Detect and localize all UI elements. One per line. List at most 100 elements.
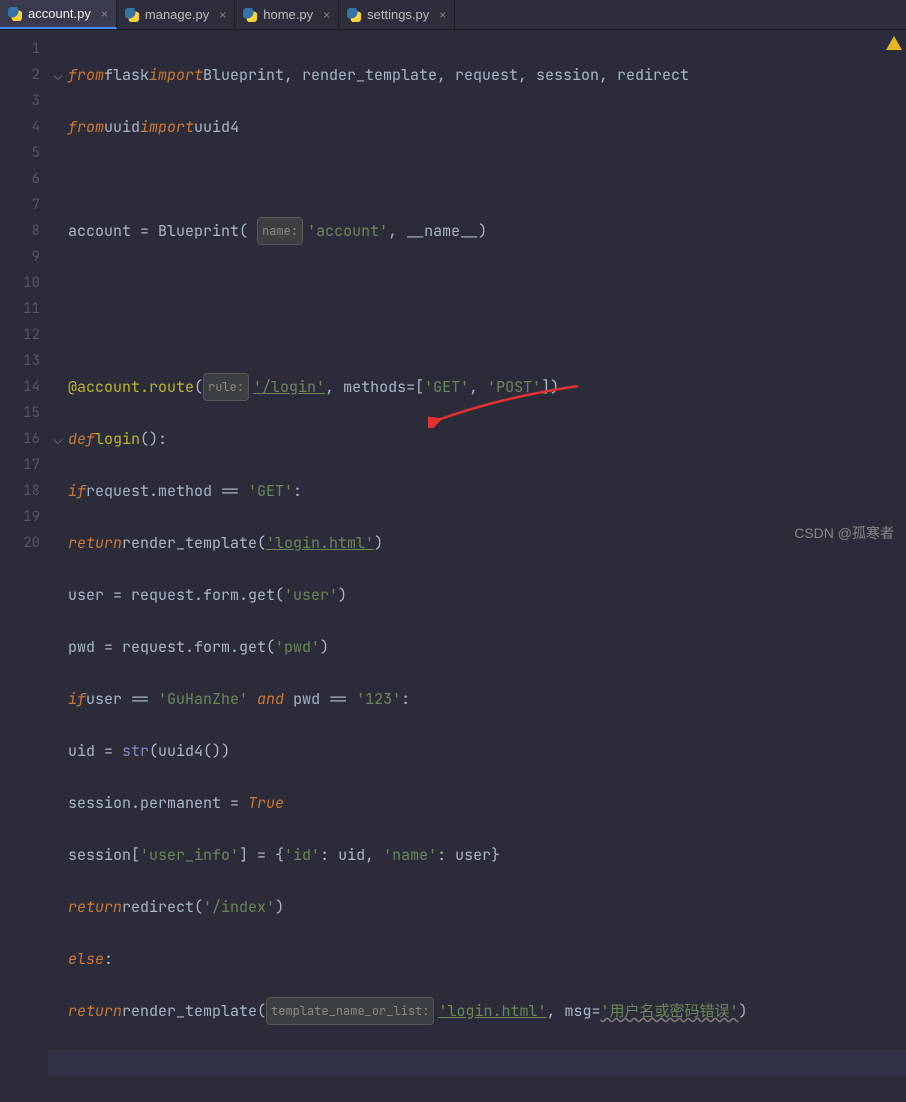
post-str: 'POST' — [487, 374, 541, 400]
kw-from: from — [68, 62, 104, 88]
close: ) — [275, 894, 284, 920]
close: ) — [739, 998, 748, 1024]
var: account — [68, 218, 131, 244]
end: ]) — [541, 374, 559, 400]
fn: render_template — [122, 530, 257, 556]
open: ( — [194, 894, 203, 920]
line-number: 8 — [0, 218, 40, 244]
close-icon[interactable]: × — [101, 7, 108, 21]
line-number-gutter: 1234567891011121314151617181920 — [0, 30, 48, 551]
kw-if: if — [68, 478, 86, 504]
close: ) — [320, 634, 329, 660]
colon: : — [293, 478, 302, 504]
open: ( — [257, 998, 266, 1024]
line-number: 15 — [0, 400, 40, 426]
import-name: uuid4 — [194, 114, 239, 140]
line-number: 18 — [0, 478, 40, 504]
paren: ( — [194, 374, 203, 400]
python-icon — [243, 8, 257, 22]
route-str: '/login' — [253, 374, 325, 400]
tab-label: settings.py — [367, 7, 429, 22]
kw-from: from — [68, 114, 104, 140]
k: 'user_info' — [140, 842, 239, 868]
watermark-text: CSDN @孤寒者 — [794, 523, 894, 543]
close-icon[interactable]: × — [439, 8, 446, 22]
b: pwd == — [293, 686, 356, 712]
param-hint: rule: — [203, 373, 249, 401]
k2: 'id' — [284, 842, 320, 868]
tmpl-str: 'login.html' — [266, 530, 374, 556]
tab-home-py[interactable]: home.py × — [235, 0, 339, 29]
line-number: 4 — [0, 114, 40, 140]
decorator: @account.route — [68, 374, 194, 400]
s1: 'GuHanZhe' — [158, 686, 248, 712]
line-number: 1 — [0, 36, 40, 62]
close: ) — [221, 738, 230, 764]
close-icon[interactable]: × — [323, 8, 330, 22]
close: ) — [374, 530, 383, 556]
op-eq: = — [131, 218, 158, 244]
inner: uuid4() — [158, 738, 221, 764]
line-number: 14 — [0, 374, 40, 400]
editor-pane: 1234567891011121314151617181920 ⌄from fl… — [0, 30, 906, 551]
line-number: 5 — [0, 140, 40, 166]
msg-str: '用户名或密码错误' — [600, 998, 738, 1024]
str: 'pwd' — [275, 634, 320, 660]
param-hint: template_name_or_list: — [266, 997, 434, 1025]
tab-bar: account.py × manage.py × home.py × setti… — [0, 0, 906, 30]
builtin: str — [122, 738, 149, 764]
fn-name: login — [95, 426, 140, 452]
line-number: 17 — [0, 452, 40, 478]
line-number: 13 — [0, 348, 40, 374]
tab-label: home.py — [263, 7, 313, 22]
comma: , — [469, 374, 487, 400]
module: flask — [104, 62, 149, 88]
line-number: 10 — [0, 270, 40, 296]
str: 'GET' — [248, 478, 293, 504]
kw-return: return — [68, 894, 122, 920]
python-icon — [125, 8, 139, 22]
tab-label: account.py — [28, 6, 91, 21]
kw-import: import — [140, 114, 194, 140]
mid: , msg= — [546, 998, 600, 1024]
c: : uid, — [320, 842, 383, 868]
kw-if: if — [68, 686, 86, 712]
tab-manage-py[interactable]: manage.py × — [117, 0, 235, 29]
line-number: 6 — [0, 166, 40, 192]
s2: '123' — [356, 686, 401, 712]
code-area-wrap: ⌄from flask import Blueprint, render_tem… — [48, 30, 906, 551]
close: ) — [338, 582, 347, 608]
open: ( — [149, 738, 158, 764]
line-number: 16 — [0, 426, 40, 452]
module: uuid — [104, 114, 140, 140]
const-true: True — [248, 790, 284, 816]
rest: (): — [140, 426, 167, 452]
cls: Blueprint — [158, 218, 239, 244]
str: 'account' — [307, 218, 388, 244]
b: ] = { — [239, 842, 284, 868]
kw-return: return — [68, 998, 122, 1024]
str: 'login.html' — [438, 998, 546, 1024]
a: user == — [86, 686, 158, 712]
lhs: session.permanent = — [68, 790, 248, 816]
close-icon[interactable]: × — [219, 8, 226, 22]
str: '/index' — [203, 894, 275, 920]
tab-label: manage.py — [145, 7, 209, 22]
param-hint: name: — [257, 217, 303, 245]
a: session[ — [68, 842, 140, 868]
kw-def: def — [68, 426, 95, 452]
k3: 'name' — [383, 842, 437, 868]
python-icon — [8, 7, 22, 21]
kw-else: else — [68, 946, 104, 972]
tab-account-py[interactable]: account.py × — [0, 0, 117, 29]
line-number: 9 — [0, 244, 40, 270]
lhs: user = request.form.get( — [68, 582, 284, 608]
line-number: 2 — [0, 62, 40, 88]
code-area[interactable]: ⌄from flask import Blueprint, render_tem… — [48, 30, 906, 551]
line-number: 11 — [0, 296, 40, 322]
line-number: 3 — [0, 88, 40, 114]
tab-settings-py[interactable]: settings.py × — [339, 0, 455, 29]
rest: , __name__) — [388, 218, 487, 244]
python-icon — [347, 8, 361, 22]
expr: request.method == — [86, 478, 248, 504]
